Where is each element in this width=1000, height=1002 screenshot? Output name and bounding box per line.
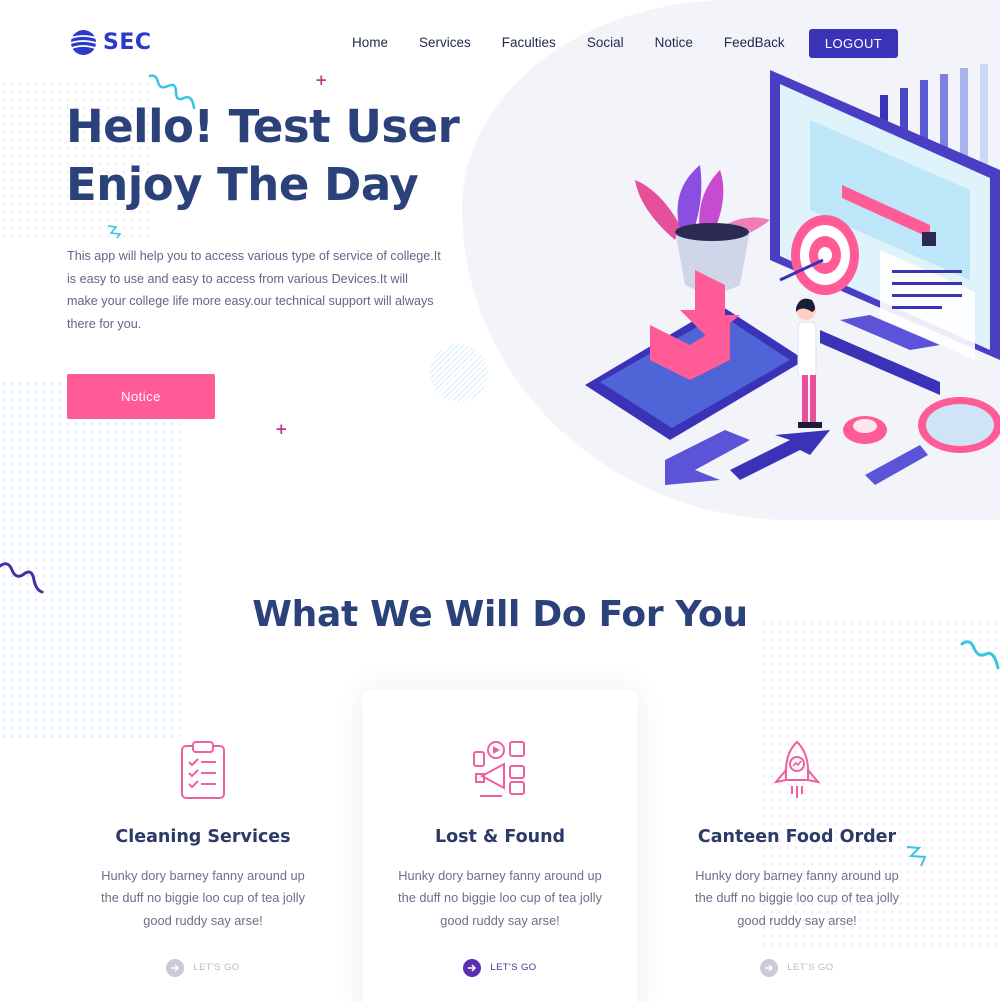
nav-item-notice[interactable]: Notice	[655, 35, 693, 50]
arrow-right-icon	[760, 958, 779, 977]
arrow-right-icon	[463, 958, 482, 977]
logout-button[interactable]: LOGOUT	[809, 29, 898, 58]
squiggle-cyan-right	[960, 640, 1000, 670]
notice-button[interactable]: Notice	[67, 374, 215, 419]
plant-illustration	[635, 165, 770, 293]
lets-go-link[interactable]: LET'S GO	[760, 958, 834, 977]
arrow-right-icon	[166, 958, 185, 977]
lets-go-label: LET'S GO	[193, 962, 240, 974]
hero-illustration	[585, 64, 1000, 485]
lets-go-link[interactable]: LET'S GO	[463, 958, 537, 977]
main-navigation: Home Services Faculties Social Notice Fe…	[352, 35, 785, 50]
nav-item-faculties[interactable]: Faculties	[502, 35, 556, 50]
hero-title-line1: Hello! Test User	[66, 100, 460, 153]
card-title: Lost & Found	[434, 827, 566, 847]
page: + + SEC Home Services Faculties Social N…	[0, 0, 1000, 1002]
globe-stripes-icon	[70, 30, 97, 55]
card-title: Canteen Food Order	[697, 827, 897, 847]
plus-decoration-bottom: +	[275, 420, 288, 438]
megaphone-social-icon	[473, 741, 525, 797]
tablet-illustration	[585, 270, 805, 440]
nav-item-services[interactable]: Services	[419, 35, 471, 50]
magnifier-illustration	[843, 397, 1000, 485]
services-section-title: What We Will Do For You	[252, 594, 748, 635]
brand-logo[interactable]: SEC	[70, 29, 152, 56]
card-description: Hunky dory barney fanny around up the du…	[101, 868, 305, 928]
hatched-circle-decoration	[430, 344, 488, 402]
service-card-canteen[interactable]: Canteen Food Order Hunky dory barney fan…	[667, 740, 927, 977]
nav-item-feedback[interactable]: FeedBack	[724, 35, 785, 50]
zigzag-top	[107, 225, 122, 239]
squiggle-purple-left	[0, 562, 44, 594]
card-description: Hunky dory barney fanny around up the du…	[695, 868, 899, 928]
person-illustration	[796, 298, 822, 428]
arrows-illustration	[665, 430, 830, 485]
card-description: Hunky dory barney fanny around up the du…	[398, 868, 602, 928]
brand-name: SEC	[103, 30, 152, 55]
lets-go-label: LET'S GO	[787, 962, 834, 974]
service-card-cleaning[interactable]: Cleaning Services Hunky dory barney fann…	[73, 740, 333, 977]
lets-go-label: LET'S GO	[490, 962, 537, 974]
hero-title: Hello! Test User Enjoy The Day	[66, 98, 486, 214]
lets-go-link[interactable]: LET'S GO	[166, 958, 240, 977]
nav-item-home[interactable]: Home	[352, 35, 388, 50]
clipboard-checklist-icon	[181, 741, 225, 799]
rocket-icon	[773, 740, 821, 798]
hero-description: This app will help you to access various…	[67, 249, 441, 331]
hero-title-line2: Enjoy The Day	[66, 158, 419, 211]
service-card-lost-found[interactable]: Lost & Found Hunky dory barney fanny aro…	[370, 740, 630, 977]
plus-decoration-top: +	[315, 71, 328, 89]
card-title: Cleaning Services	[115, 827, 291, 847]
nav-item-social[interactable]: Social	[587, 35, 624, 50]
